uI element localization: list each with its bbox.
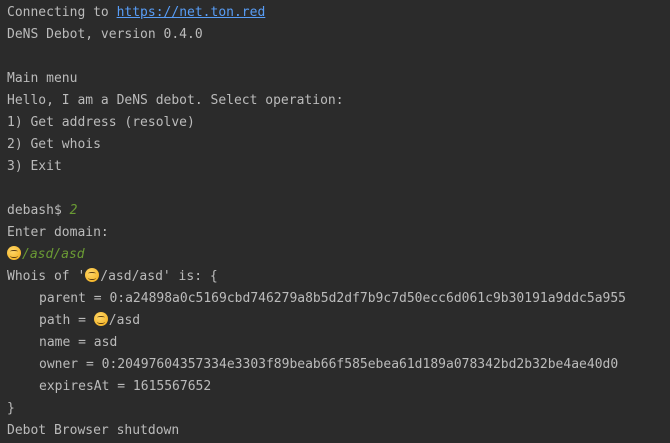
whois-header-line: Whois of ' /asd/asd' is: { <box>7 266 670 288</box>
menu-title: Main menu <box>7 71 78 86</box>
server-url-link[interactable]: https://net.ton.red <box>117 5 266 20</box>
whois-domain: /asd/asd <box>100 269 163 284</box>
menu-option-resolve: 1) Get address (resolve) <box>7 115 195 130</box>
whois-path-value: /asd <box>108 313 141 328</box>
domain-input-value: /asd/asd <box>22 247 85 262</box>
whois-expires-line: expiresAt = 1615567652 <box>39 379 212 394</box>
hugging-face-emoji-icon <box>7 246 21 260</box>
prompt-line: debash$ 2 <box>7 200 670 222</box>
menu-option-exit: 3) Exit <box>7 159 62 174</box>
whois-suffix: ' is: { <box>162 269 218 284</box>
version-line: DeNS Debot, version 0.4.0 <box>7 27 203 42</box>
menu-option-whois: 2) Get whois <box>7 137 101 152</box>
whois-path-label: path = <box>39 313 94 328</box>
shell-prompt: debash$ <box>7 203 70 218</box>
whois-parent-line: parent = 0:a24898a0c5169cbd746279a8b5d2d… <box>39 291 626 306</box>
hugging-face-emoji-icon <box>85 268 100 282</box>
enter-domain-line: Enter domain: <box>7 225 109 240</box>
whois-path-line: path = /asd <box>7 310 670 332</box>
whois-prefix: Whois of ' <box>7 269 86 284</box>
whois-name-line: name = asd <box>39 335 118 350</box>
prompt-input-value: 2 <box>69 203 78 218</box>
terminal-output[interactable]: Connecting to https://net.ton.red DeNS D… <box>0 0 670 443</box>
whois-owner-line: owner = 0:20497604357334e3303f89beab66f5… <box>39 357 619 372</box>
shutdown-line: Debot Browser shutdown <box>7 423 180 438</box>
connecting-text: Connecting to <box>7 5 117 20</box>
greeting-line: Hello, I am a DeNS debot. Select operati… <box>7 93 344 108</box>
close-brace-line: } <box>7 401 15 416</box>
domain-input-line: /asd/asd <box>7 244 670 266</box>
connecting-line: Connecting to https://net.ton.red <box>7 2 670 24</box>
hugging-face-emoji-icon <box>93 312 108 326</box>
